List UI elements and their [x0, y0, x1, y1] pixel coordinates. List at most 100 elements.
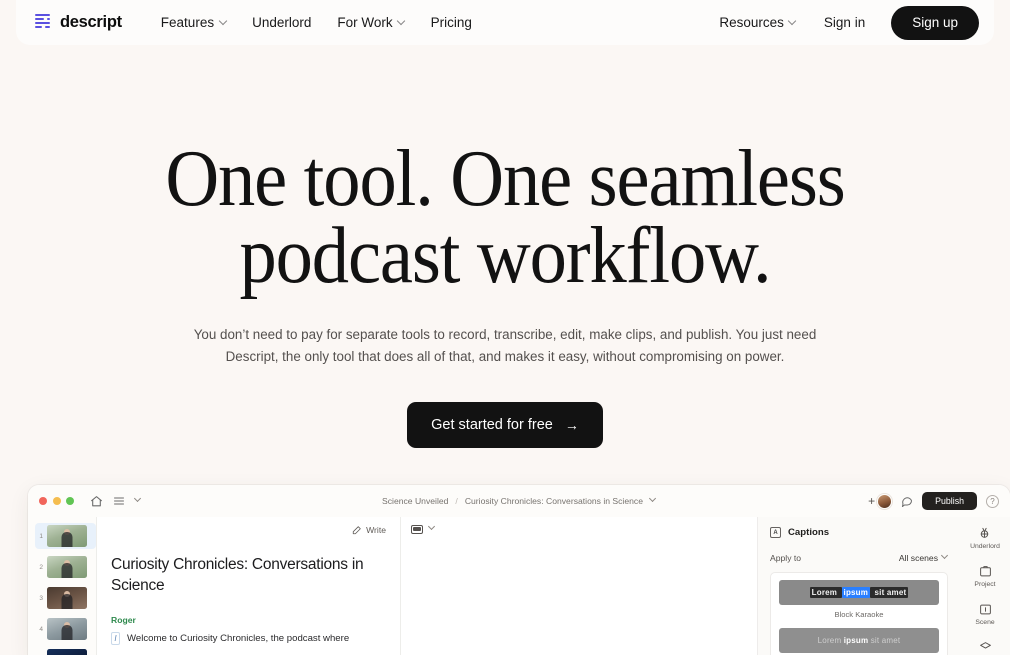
chevron-down-icon: [942, 555, 948, 561]
caption-preview-text: Lorem ipsum sit amet: [809, 587, 909, 598]
chevron-down-icon[interactable]: [650, 498, 656, 504]
nav-item-features[interactable]: Features: [148, 9, 239, 36]
chevron-down-icon: [789, 19, 796, 26]
nav-label: Features: [160, 15, 215, 30]
apply-to-row: Apply to All scenes: [770, 553, 948, 563]
write-label: Write: [366, 525, 386, 535]
product-screenshot-window: Science Unveiled / Curiosity Chronicles:…: [28, 485, 1010, 655]
chevron-down-icon[interactable]: [135, 498, 141, 504]
scene-thumbnail-4[interactable]: 4: [35, 616, 96, 642]
page-title: One tool. One seamless podcast workflow.: [40, 138, 969, 296]
home-icon[interactable]: [90, 495, 103, 508]
caption-pre: Lorem: [817, 636, 844, 645]
breadcrumb-current[interactable]: Curiosity Chronicles: Conversations in S…: [465, 496, 643, 506]
aspect-ratio-icon[interactable]: [411, 525, 423, 534]
caption-style-preview-minimal-karaoke[interactable]: Lorem ipsum sit amet: [779, 628, 939, 653]
arrow-right-icon: →: [564, 417, 579, 434]
captions-title: Captions: [788, 527, 830, 538]
get-started-button[interactable]: Get started for free →: [407, 402, 603, 449]
rail-item-underlord[interactable]: Underlord: [970, 526, 1000, 550]
document-title[interactable]: Curiosity Chronicles: Conversations in S…: [111, 555, 384, 596]
scene-number: 3: [39, 594, 43, 602]
app-body: 1 2 3 4 5: [28, 517, 1010, 655]
nav-item-resources[interactable]: Resources: [706, 9, 809, 36]
caption-word-highlight: ipsum: [841, 587, 871, 598]
publish-button[interactable]: Publish: [922, 492, 977, 510]
rail-label: Project: [974, 581, 996, 588]
breadcrumb-root[interactable]: Science Unveiled: [382, 496, 448, 506]
scene-canvas[interactable]: [401, 517, 757, 655]
caption-highlight: ipsum: [843, 636, 869, 645]
nav-label: Underlord: [252, 15, 312, 30]
primary-nav: Features Underlord For Work Pricing: [148, 9, 485, 36]
hamburger-menu-icon[interactable]: [113, 495, 125, 507]
rail-item-layers[interactable]: [979, 640, 992, 654]
speaker-label[interactable]: Roger: [111, 615, 384, 625]
maximize-window-icon[interactable]: [66, 497, 74, 505]
project-folder-icon: [979, 564, 992, 578]
chevron-down-icon[interactable]: [429, 526, 435, 532]
breadcrumb-separator: /: [455, 496, 458, 506]
scene-thumbnail-1[interactable]: 1: [35, 523, 96, 549]
scene-preview: [47, 618, 87, 640]
scene-number: 2: [39, 563, 43, 571]
scene-preview: [47, 649, 87, 655]
caption-style-preview-block-karaoke[interactable]: Lorem ipsum sit amet: [779, 580, 939, 605]
cta-label: Get started for free: [431, 417, 553, 434]
scene-thumbnail-5[interactable]: 5: [35, 647, 96, 655]
hero-subtext: You don’t need to pay for separate tools…: [193, 326, 817, 364]
captions-panel: A Captions Apply to All scenes Lorem ips…: [757, 517, 960, 655]
hero-section: One tool. One seamless podcast workflow.…: [0, 45, 1010, 449]
scene-preview: [47, 525, 87, 547]
avatar: [877, 493, 893, 509]
paragraph-marker-icon: I: [111, 632, 120, 646]
titlebar-actions: + Publish ?: [868, 492, 999, 510]
nav-item-pricing[interactable]: Pricing: [418, 9, 485, 36]
scene-thumbnail-3[interactable]: 3: [35, 585, 96, 611]
chevron-down-icon: [398, 19, 405, 26]
captions-header: A Captions: [770, 527, 948, 538]
caption-preview-text: Lorem ipsum sit amet: [818, 636, 901, 645]
caption-word-3: sit amet: [870, 587, 909, 598]
nav-item-underlord[interactable]: Underlord: [239, 9, 324, 36]
canvas-toolbar: [411, 525, 747, 534]
rail-item-scene[interactable]: Scene: [975, 602, 995, 626]
scene-icon: [979, 602, 992, 616]
scene-preview: [47, 556, 87, 578]
descript-logo-icon: [35, 14, 52, 31]
scene-thumbnail-2[interactable]: 2: [35, 554, 96, 580]
secondary-nav: Resources Sign in Sign up: [706, 5, 979, 40]
underlord-icon: [978, 526, 991, 540]
sign-in-link[interactable]: Sign in: [811, 9, 878, 36]
layers-icon: [979, 640, 992, 654]
apply-to-select[interactable]: All scenes: [899, 553, 948, 563]
app-titlebar: Science Unveiled / Curiosity Chronicles:…: [28, 485, 1010, 517]
caption-word-1: Lorem: [809, 587, 842, 598]
right-icon-rail: Underlord Project Scene: [960, 517, 1010, 655]
rail-label: Underlord: [970, 543, 1000, 550]
comment-bubble-icon[interactable]: [901, 495, 913, 507]
nav-label: Resources: [719, 15, 784, 30]
close-window-icon[interactable]: [39, 497, 47, 505]
window-controls: [39, 497, 74, 505]
plus-icon: +: [868, 494, 876, 508]
transcript-paragraph[interactable]: I Welcome to Curiosity Chronicles, the p…: [111, 632, 384, 646]
transcript-panel: Write Curiosity Chronicles: Conversation…: [96, 517, 401, 655]
titlebar-icons: [90, 495, 141, 508]
hero-cta-wrap: Get started for free →: [0, 402, 1010, 449]
scene-preview: [47, 587, 87, 609]
brand-name: descript: [60, 13, 122, 31]
caption-post: sit amet: [868, 636, 901, 645]
sign-up-button[interactable]: Sign up: [891, 5, 979, 40]
rail-item-project[interactable]: Project: [974, 564, 996, 588]
breadcrumb: Science Unveiled / Curiosity Chronicles:…: [382, 496, 656, 506]
brand-logo[interactable]: descript: [35, 13, 122, 32]
share-collaborators[interactable]: +: [868, 493, 893, 509]
rail-label: Scene: [975, 619, 995, 626]
help-icon[interactable]: ?: [986, 494, 999, 508]
apply-to-label: Apply to: [770, 553, 802, 563]
write-button[interactable]: Write: [352, 525, 386, 535]
caption-style-name: Block Karaoke: [834, 610, 884, 619]
nav-item-for-work[interactable]: For Work: [324, 9, 417, 36]
minimize-window-icon[interactable]: [52, 497, 61, 505]
